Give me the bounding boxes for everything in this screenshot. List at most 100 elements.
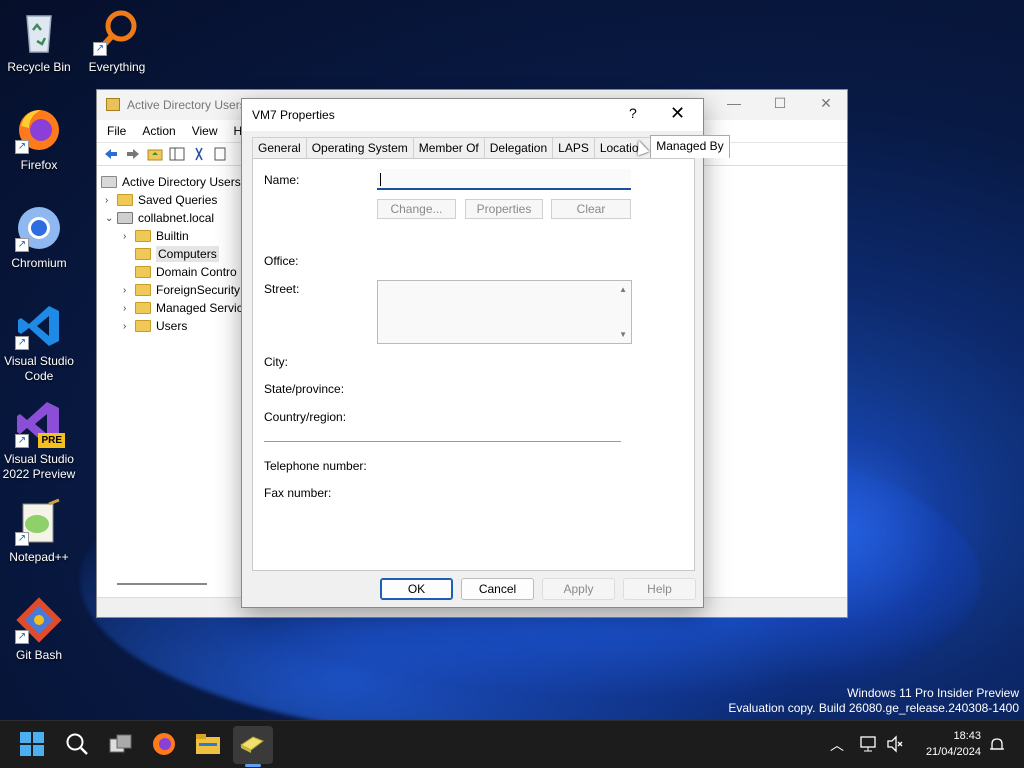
task-view-icon[interactable] [108, 731, 136, 759]
desktop-icon-visual-studio-preview[interactable]: ↗ PRE Visual Studio 2022 Preview [0, 400, 78, 482]
tree-item-foreign-security[interactable]: › ForeignSecurity [123, 281, 240, 299]
city-label: City: [264, 355, 288, 369]
tree-item-domain[interactable]: ⌄ collabnet.local [105, 209, 214, 227]
desktop-icon-recycle-bin[interactable]: Recycle Bin [0, 8, 78, 75]
tree-item-label: Domain Contro [156, 265, 237, 279]
ou-folder-icon [135, 266, 151, 278]
folder-icon [117, 194, 133, 206]
maximize-icon[interactable]: ☐ [769, 95, 791, 113]
folder-icon [135, 320, 151, 332]
start-windows-icon[interactable] [19, 731, 47, 759]
tab-delegation[interactable]: Delegation [483, 137, 554, 158]
clock-date[interactable]: 21/04/2024 [912, 746, 981, 758]
desktop-icon-label: Notepad++ [9, 550, 69, 564]
notification-bell-icon[interactable] [988, 736, 1006, 754]
preview-badge: PRE [38, 433, 65, 448]
street-label: Street: [264, 282, 300, 296]
dialog-tabs: General Operating System Member Of Deleg… [252, 135, 730, 159]
forward-arrow-icon[interactable] [125, 146, 141, 162]
tree-item-label: Computers [156, 246, 219, 262]
firefox-icon: ↗ [15, 106, 63, 154]
help-icon[interactable]: ? [629, 105, 637, 121]
name-field[interactable] [377, 169, 631, 190]
properties-dialog[interactable]: VM7 Properties ? ✕ General Operating Sys… [241, 98, 730, 608]
divider [264, 441, 621, 442]
folder-icon [135, 248, 151, 260]
aduc-title: Active Directory Users [127, 98, 246, 112]
chevron-right-icon[interactable]: › [123, 303, 135, 314]
tab-operating-system[interactable]: Operating System [305, 137, 414, 158]
desktop-icon-label: Everything [88, 60, 146, 74]
tree-item-label: Active Directory Users a [122, 175, 251, 189]
shortcut-arrow-icon: ↗ [93, 42, 107, 56]
chevron-down-icon[interactable]: ⌄ [105, 213, 117, 224]
folder-icon [135, 284, 151, 296]
cut-icon[interactable] [191, 146, 207, 162]
properties-button[interactable]: Properties [465, 199, 543, 219]
country-label: Country/region: [264, 410, 347, 424]
tree-item-computers[interactable]: Computers [135, 245, 219, 263]
help-button[interactable]: Help [623, 578, 696, 600]
menu-file[interactable]: File [107, 124, 126, 138]
tree-item-domain-controllers[interactable]: Domain Contro [135, 263, 237, 281]
dialog-titlebar[interactable]: VM7 Properties ? ✕ [242, 99, 703, 131]
domain-icon [117, 212, 133, 224]
aduc-taskbar-icon[interactable] [239, 731, 267, 759]
desktop-icon-label: Chromium [11, 256, 67, 270]
tree-item-root[interactable]: Active Directory Users a [101, 173, 251, 191]
close-icon[interactable]: ✕ [670, 103, 685, 124]
telephone-label: Telephone number: [264, 459, 367, 473]
tree-item-label: collabnet.local [138, 211, 215, 225]
desktop-icon-chromium[interactable]: ↗ Chromium [0, 204, 78, 271]
name-label: Name: [264, 173, 300, 187]
tab-general[interactable]: General [252, 137, 307, 158]
tree-item-saved-queries[interactable]: › Saved Queries [105, 191, 217, 209]
chevron-right-icon[interactable]: › [105, 195, 117, 206]
clear-button[interactable]: Clear [551, 199, 631, 219]
aduc-details-pane[interactable] [703, 172, 847, 596]
tree-item-builtin[interactable]: › Builtin [123, 227, 189, 245]
horizontal-scrollbar[interactable] [117, 583, 207, 585]
chevron-right-icon[interactable]: › [123, 231, 135, 242]
chevron-up-icon[interactable]: ︿ [830, 735, 844, 755]
everything-search-icon: ↗ [93, 8, 141, 56]
tab-laps[interactable]: LAPS [552, 137, 595, 158]
file-explorer-icon[interactable] [195, 731, 223, 759]
back-arrow-icon[interactable] [103, 146, 119, 162]
desktop-icon-vscode[interactable]: ↗ Visual Studio Code [0, 302, 78, 384]
desktop-icon-git-bash[interactable]: ↗ Git Bash [0, 596, 78, 663]
up-folder-icon[interactable] [147, 146, 163, 162]
tab-managed-by[interactable]: Managed By [650, 135, 730, 158]
text-caret [380, 173, 381, 186]
tab-member-of[interactable]: Member Of [412, 137, 485, 158]
scroll-up-icon[interactable]: ▲ [619, 285, 627, 294]
firefox-taskbar-icon[interactable] [151, 731, 179, 759]
copy-icon[interactable] [213, 146, 229, 162]
menu-view[interactable]: View [192, 124, 218, 138]
volume-muted-icon[interactable] [886, 735, 904, 753]
chevron-right-icon[interactable]: › [123, 285, 135, 296]
apply-button[interactable]: Apply [542, 578, 615, 600]
desktop-icon-notepadpp[interactable]: ↗ Notepad++ [0, 498, 78, 565]
street-textarea[interactable]: ▲ ▼ [377, 280, 632, 344]
scroll-down-icon[interactable]: ▼ [619, 330, 627, 339]
clock-time[interactable]: 18:43 [912, 730, 981, 742]
desktop-icon-everything[interactable]: ↗ Everything [78, 8, 156, 75]
show-hide-tree-icon[interactable] [169, 146, 185, 162]
desktop-icon-firefox[interactable]: ↗ Firefox [0, 106, 78, 173]
tree-item-label: ForeignSecurity [156, 283, 241, 297]
menu-action[interactable]: Action [142, 124, 175, 138]
ok-button[interactable]: OK [380, 578, 453, 600]
network-icon[interactable] [860, 735, 878, 753]
managed-by-panel: Name: Change... Properties Clear Office:… [252, 158, 695, 571]
minimize-icon[interactable]: — [723, 95, 745, 113]
tree-item-managed-service[interactable]: › Managed Servic [123, 299, 243, 317]
tree-item-users[interactable]: › Users [123, 317, 187, 335]
change-button[interactable]: Change... [377, 199, 456, 219]
chevron-right-icon[interactable]: › [123, 321, 135, 332]
desktop-icon-label: Recycle Bin [7, 60, 71, 74]
cancel-button[interactable]: Cancel [461, 578, 534, 600]
search-icon[interactable] [64, 731, 92, 759]
fax-label: Fax number: [264, 486, 332, 500]
close-icon[interactable]: ✕ [815, 95, 837, 113]
